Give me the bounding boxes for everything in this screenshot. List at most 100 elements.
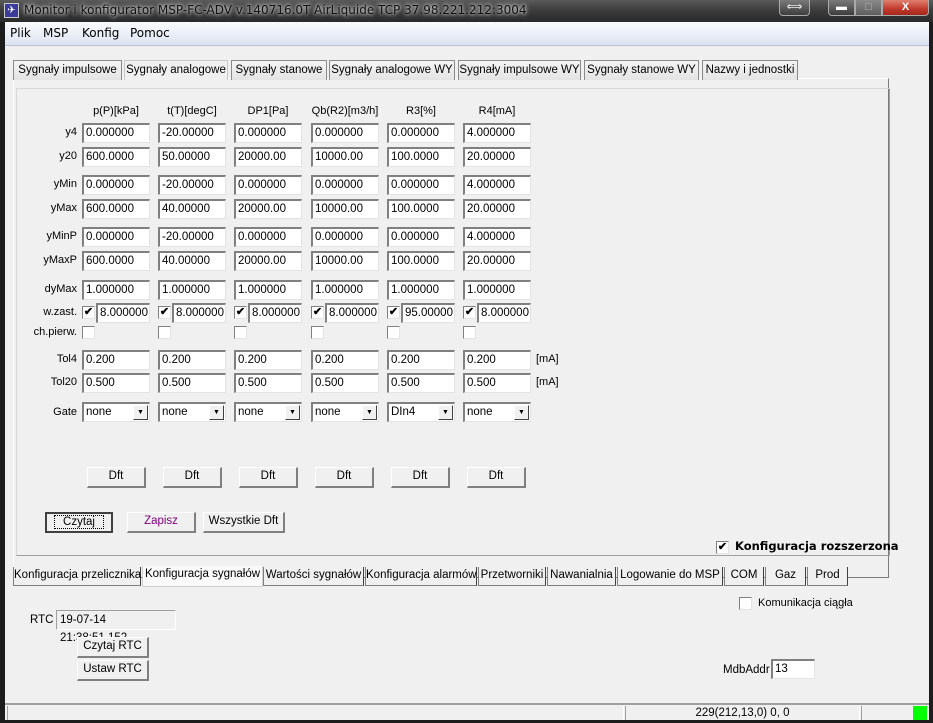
continuous-comm-checkbox[interactable]	[739, 597, 752, 610]
ymax-input[interactable]: 40.00000	[158, 199, 226, 219]
dropdown-arrow-icon[interactable]: ▼	[438, 405, 453, 420]
wzast-checkbox[interactable]: ✔	[463, 306, 476, 319]
tol20-input[interactable]: 0.500	[82, 373, 150, 393]
set-rtc-button[interactable]: Ustaw RTC	[77, 660, 149, 681]
ymin-input[interactable]: -20.00000	[158, 175, 226, 195]
default-button[interactable]: Dft	[87, 467, 146, 488]
resize-arrows-icon[interactable]: ⟺	[779, 0, 810, 16]
maximize-button[interactable]: □	[855, 0, 882, 16]
ymaxp-input[interactable]: 10000.00	[311, 251, 379, 271]
gate-select[interactable]: none ▼	[311, 402, 379, 422]
wzast-checkbox[interactable]: ✔	[387, 306, 400, 319]
y4-input[interactable]: 0.000000	[311, 123, 379, 143]
dropdown-arrow-icon[interactable]: ▼	[133, 405, 148, 420]
tol4-input[interactable]: 0.200	[387, 350, 455, 370]
ymaxp-input[interactable]: 100.0000	[387, 251, 455, 271]
tab-converter-config[interactable]: Konfiguracja przelicznika	[13, 567, 141, 586]
ymaxp-input[interactable]: 20000.00	[234, 251, 302, 271]
ymaxp-input[interactable]: 20.00000	[463, 251, 531, 271]
tol20-input[interactable]: 0.500	[158, 373, 226, 393]
tab-transducers[interactable]: Przetworniki	[478, 567, 546, 586]
ymaxp-input[interactable]: 40.00000	[158, 251, 226, 271]
ymin-input[interactable]: 4.000000	[463, 175, 531, 195]
default-button[interactable]: Dft	[239, 467, 298, 488]
default-button[interactable]: Dft	[467, 467, 526, 488]
yminp-input[interactable]: 0.000000	[387, 227, 455, 247]
dymax-input[interactable]: 1.000000	[234, 280, 302, 300]
tab-com[interactable]: COM	[724, 567, 764, 586]
ymax-input[interactable]: 10000.00	[311, 199, 379, 219]
dymax-input[interactable]: 1.000000	[82, 280, 150, 300]
y4-input[interactable]: 0.000000	[82, 123, 150, 143]
tol20-input[interactable]: 0.500	[234, 373, 302, 393]
y20-input[interactable]: 50.00000	[158, 147, 226, 167]
gate-select[interactable]: none ▼	[234, 402, 302, 422]
wzast-input[interactable]: 95.00000	[401, 303, 455, 323]
tab-alarms-config[interactable]: Konfiguracja alarmów	[365, 567, 477, 586]
ymax-input[interactable]: 100.0000	[387, 199, 455, 219]
wzast-checkbox[interactable]: ✔	[234, 306, 247, 319]
read-rtc-button[interactable]: Czytaj RTC	[77, 637, 149, 658]
gate-select[interactable]: none ▼	[82, 402, 150, 422]
tab-prod[interactable]: Prod	[807, 567, 848, 586]
gate-select[interactable]: none ▼	[158, 402, 226, 422]
gate-select[interactable]: none ▼	[463, 402, 531, 422]
default-button[interactable]: Dft	[391, 467, 450, 488]
minimize-button[interactable]: ▬	[828, 0, 855, 16]
default-button[interactable]: Dft	[315, 467, 374, 488]
ymaxp-input[interactable]: 600.0000	[82, 251, 150, 271]
yminp-input[interactable]: 0.000000	[234, 227, 302, 247]
y4-input[interactable]: -20.00000	[158, 123, 226, 143]
dropdown-arrow-icon[interactable]: ▼	[362, 405, 377, 420]
tol4-input[interactable]: 0.200	[82, 350, 150, 370]
tol4-input[interactable]: 0.200	[463, 350, 531, 370]
ymax-input[interactable]: 20.00000	[463, 199, 531, 219]
tol4-input[interactable]: 0.200	[311, 350, 379, 370]
chpierw-checkbox[interactable]	[387, 326, 400, 339]
tab-msp-login[interactable]: Logowanie do MSP	[617, 567, 723, 586]
all-default-button[interactable]: Wszystkie Dft	[203, 512, 285, 533]
tol20-input[interactable]: 0.500	[463, 373, 531, 393]
ymax-input[interactable]: 600.0000	[82, 199, 150, 219]
read-button[interactable]: Czytaj	[45, 512, 113, 533]
ymin-input[interactable]: 0.000000	[82, 175, 150, 195]
tab-gas[interactable]: Gaz	[765, 567, 806, 586]
tol4-input[interactable]: 0.200	[158, 350, 226, 370]
y20-input[interactable]: 10000.00	[311, 147, 379, 167]
yminp-input[interactable]: 0.000000	[82, 227, 150, 247]
tab-odorizer[interactable]: Nawanialnia	[547, 567, 616, 586]
y4-input[interactable]: 0.000000	[387, 123, 455, 143]
chpierw-checkbox[interactable]	[311, 326, 324, 339]
title-bar[interactable]: ✈ Monitor i konfigurator MSP-FC-ADV v.14…	[0, 0, 933, 22]
chpierw-checkbox[interactable]	[463, 326, 476, 339]
chpierw-checkbox[interactable]	[158, 326, 171, 339]
dropdown-arrow-icon[interactable]: ▼	[209, 405, 224, 420]
write-button[interactable]: Zapisz	[127, 512, 196, 533]
chpierw-checkbox[interactable]	[82, 326, 95, 339]
gate-select[interactable]: DIn4 ▼	[387, 402, 455, 422]
dropdown-arrow-icon[interactable]: ▼	[285, 405, 300, 420]
ymin-input[interactable]: 0.000000	[311, 175, 379, 195]
wzast-checkbox[interactable]: ✔	[82, 306, 95, 319]
wzast-input[interactable]: 8.000000	[477, 303, 531, 323]
ymin-input[interactable]: 0.000000	[387, 175, 455, 195]
close-button[interactable]: X	[882, 0, 929, 16]
yminp-input[interactable]: 0.000000	[311, 227, 379, 247]
tol20-input[interactable]: 0.500	[387, 373, 455, 393]
y20-input[interactable]: 20.00000	[463, 147, 531, 167]
yminp-input[interactable]: -20.00000	[158, 227, 226, 247]
y20-input[interactable]: 20000.00	[234, 147, 302, 167]
tab-signals-config[interactable]: Konfiguracja sygnałów	[142, 566, 263, 587]
wzast-checkbox[interactable]: ✔	[158, 306, 171, 319]
tab-signal-values[interactable]: Wartości sygnałów	[263, 567, 364, 586]
y20-input[interactable]: 600.0000	[82, 147, 150, 167]
tol20-input[interactable]: 0.500	[311, 373, 379, 393]
y20-input[interactable]: 100.0000	[387, 147, 455, 167]
default-button[interactable]: Dft	[163, 467, 222, 488]
dymax-input[interactable]: 1.000000	[387, 280, 455, 300]
modbus-address-input[interactable]: 13	[771, 659, 815, 679]
y4-input[interactable]: 4.000000	[463, 123, 531, 143]
dropdown-arrow-icon[interactable]: ▼	[514, 405, 529, 420]
dymax-input[interactable]: 1.000000	[463, 280, 531, 300]
yminp-input[interactable]: 4.000000	[463, 227, 531, 247]
